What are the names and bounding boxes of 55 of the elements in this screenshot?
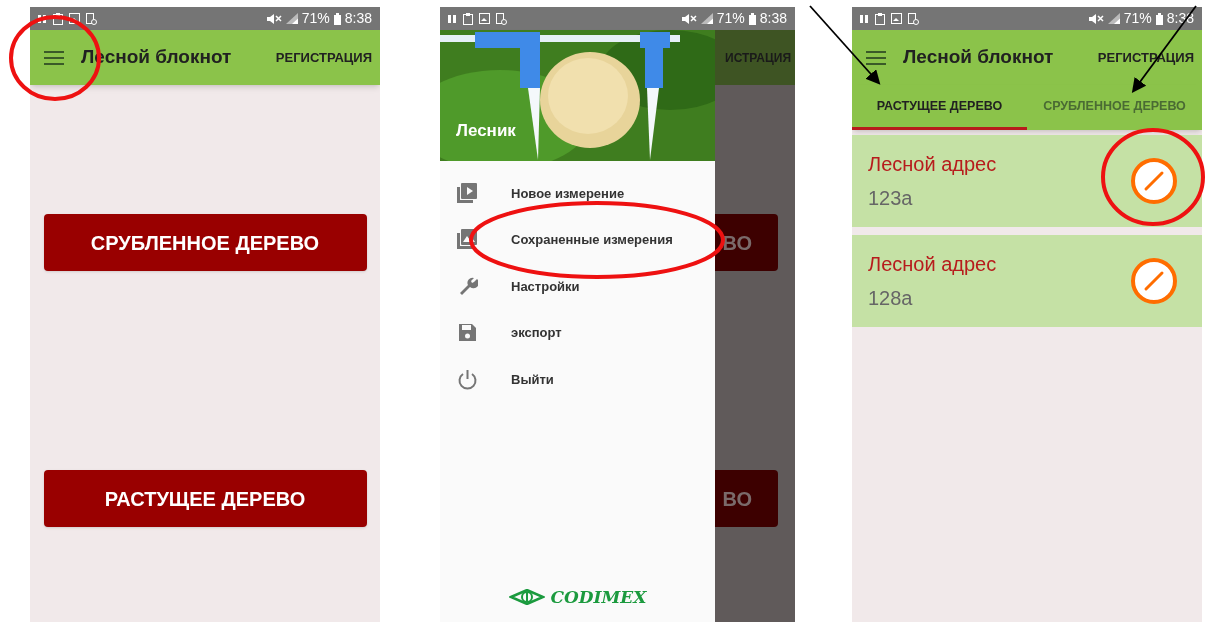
register-button[interactable]: РЕГИСТРАЦИЯ — [275, 47, 372, 68]
tree-type-button[interactable]: РАСТУЩЕЕ ДЕРЕВО — [43, 470, 367, 527]
edit-button[interactable] — [1130, 257, 1178, 305]
drawer-item[interactable]: Новое измерение — [440, 170, 715, 217]
drawer-item[interactable]: Выйти — [440, 356, 715, 403]
battery-icon — [748, 12, 756, 25]
drawer-item[interactable]: Сохраненные измерения — [440, 216, 715, 263]
battery-percent: 71% — [301, 9, 330, 28]
image-icon — [479, 13, 490, 24]
address-title: Лесной адрес — [868, 152, 997, 177]
menu-icon[interactable] — [866, 50, 886, 65]
clock: 8:38 — [344, 9, 372, 28]
pause-icon — [448, 13, 457, 24]
clipboard-icon — [463, 12, 473, 25]
battery-percent: 71% — [716, 9, 745, 28]
clipboard-icon — [53, 12, 63, 25]
signal-icon — [285, 13, 298, 24]
signal-icon — [700, 13, 713, 24]
app-title: Лесной блокнот — [903, 45, 1054, 70]
clipboard-icon — [875, 12, 885, 25]
document-icon — [496, 12, 507, 25]
drawer-header-title: Лесник — [456, 119, 516, 142]
address-title: Лесной адрес — [868, 252, 997, 277]
drawer-item[interactable]: Настройки — [440, 263, 715, 310]
document-icon — [908, 12, 919, 25]
image-icon — [891, 13, 902, 24]
address-number: 128а — [868, 286, 914, 311]
logo-icon — [508, 589, 545, 606]
signal-icon — [1107, 13, 1120, 24]
photo-library-icon — [457, 229, 478, 251]
mute-icon — [265, 13, 282, 24]
battery-percent: 71% — [1123, 9, 1152, 28]
mute-icon — [680, 13, 697, 24]
video-library-icon — [457, 182, 478, 204]
pause-icon — [38, 13, 47, 24]
brand-name: CODIMEX — [550, 585, 647, 609]
tab[interactable]: РАСТУЩЕЕ ДЕРЕВО — [852, 85, 1027, 130]
mute-icon — [1087, 13, 1104, 24]
address-number: 123а — [868, 186, 914, 211]
list-row[interactable]: Лесной адрес 128а — [852, 235, 1202, 327]
image-icon — [69, 13, 80, 24]
battery-icon — [1155, 12, 1163, 25]
button-label-fragment: ВО — [715, 214, 778, 271]
battery-icon — [333, 12, 341, 25]
clock: 8:38 — [759, 9, 787, 28]
tree-type-button[interactable]: СРУБЛЕННОЕ ДЕРЕВО — [43, 214, 367, 271]
list-row[interactable]: Лесной адрес 123а — [852, 135, 1202, 227]
action-label: ИСТРАЦИЯ — [725, 49, 791, 67]
document-icon — [86, 12, 97, 25]
pause-icon — [860, 13, 869, 24]
menu-icon[interactable] — [44, 50, 64, 65]
button-label-fragment: ВО — [715, 470, 778, 527]
drawer-item[interactable]: экспорт — [440, 309, 715, 356]
edit-button[interactable] — [1130, 157, 1178, 205]
power-icon — [457, 368, 478, 390]
